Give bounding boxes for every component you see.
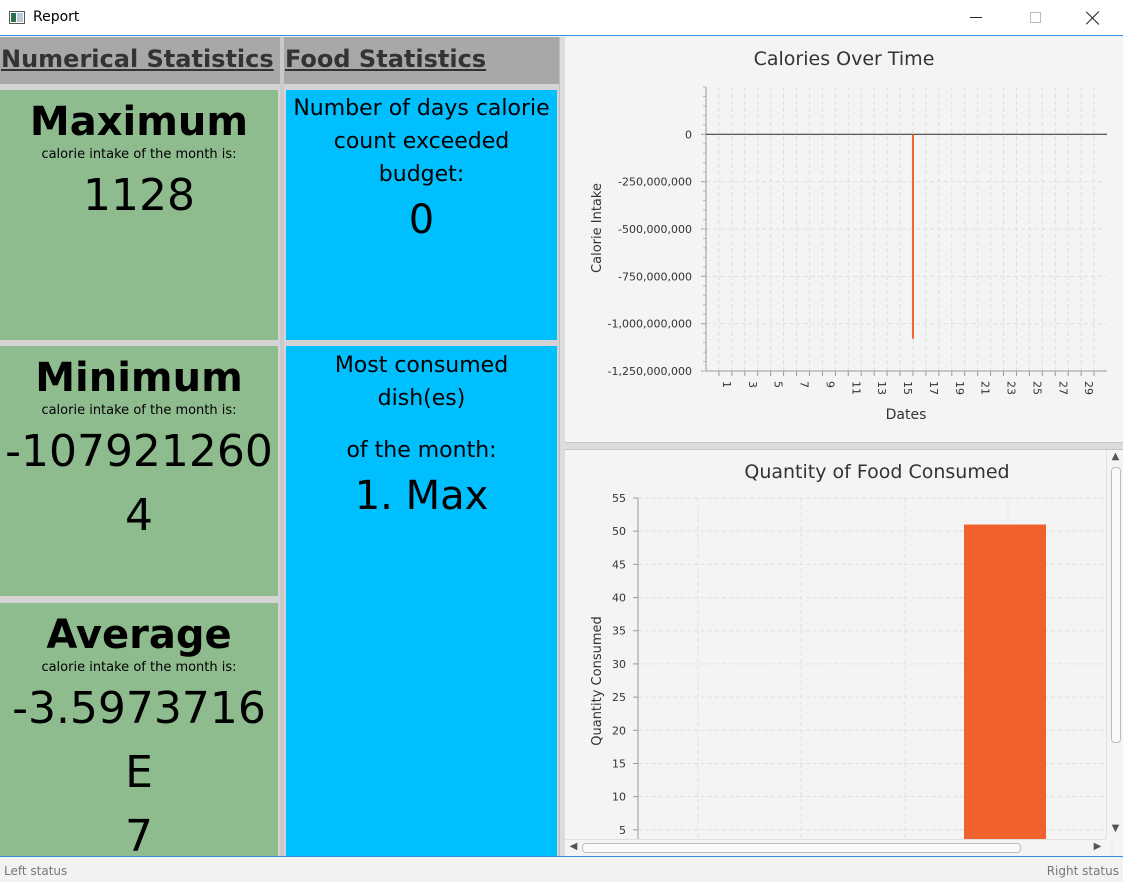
x-tick-label: 13 [875,381,888,395]
y-tick-label: 25 [612,691,626,704]
vertical-scrollbar[interactable]: ▲ ▼ [1106,450,1123,839]
numerical-statistics-column: Numerical Statistics Maximum calorie int… [0,37,280,862]
horizontal-scrollbar[interactable]: ◀ ▶ [565,839,1106,856]
scroll-down-icon[interactable]: ▼ [1107,823,1123,834]
chart-split-divider[interactable] [565,442,1123,450]
y-tick-label: -250,000,000 [618,176,692,189]
bar-max [964,524,1046,856]
app-window-icon [9,11,25,24]
vertical-scroll-thumb[interactable] [1111,467,1121,743]
y-tick-label: 30 [612,658,626,671]
chart-title: Calories Over Time [754,48,935,70]
average-value-line-1: -3.5973716E [12,683,266,798]
chart-title: Quantity of Food Consumed [744,461,1009,483]
calories-over-time-svg: Calories Over Time Calorie Intake Dates … [590,48,1107,423]
exceeded-label-line-3: budget: [378,162,465,187]
y-tick-label: 45 [612,558,626,571]
maximum-value: 1128 [83,170,195,221]
minimum-card: Minimum calorie intake of the month is: … [0,346,278,596]
scroll-up-icon[interactable]: ▲ [1107,451,1123,462]
y-tick-label: -1,250,000,000 [608,365,692,378]
y-tick-label: 35 [612,625,626,638]
numerical-statistics-title: Numerical Statistics [1,45,274,73]
x-tick-label: 27 [1056,381,1069,395]
minimum-value-line-2: 4 [125,490,153,541]
exceeded-label-line-2: count exceeded [333,129,510,154]
food-statistics-column: Food Statistics Number of days calorie c… [284,37,559,856]
numerical-statistics-header: Numerical Statistics [0,37,280,84]
x-tick-label: 17 [927,381,940,395]
x-tick-label: 19 [953,381,966,395]
minimize-icon [970,17,982,18]
close-icon [1086,11,1100,25]
exceeded-label-line-1: Number of days calorie [293,96,550,121]
x-tick-label: 29 [1082,381,1095,395]
x-tick-label: 7 [798,381,811,388]
most-consumed-label-line-2: of the month: [346,438,497,463]
y-tick-label: 50 [612,525,626,538]
calories-over-time-chart: Calories Over Time Calorie Intake Dates … [565,37,1123,442]
food-statistics-header: Food Statistics [284,37,559,84]
food-statistics-title: Food Statistics [285,45,487,73]
quantity-food-chart: Quantity of Food Consumed Quantity Consu… [565,450,1123,856]
close-button[interactable] [1070,0,1116,35]
most-consumed-label-line-1: Most consumed dish(es) [334,353,509,411]
average-card: Average calorie intake of the month is: … [0,603,278,862]
x-tick-label: 25 [1030,381,1043,395]
maximum-subtitle: calorie intake of the month is: [41,147,237,162]
y-tick-label: 55 [612,492,626,505]
title-bar: Report [0,0,1123,36]
horizontal-scroll-thumb[interactable] [582,843,1021,853]
right-status: Right status [1046,864,1119,878]
most-consumed-dish-value: 1. Max [354,473,489,519]
left-status: Left status [4,864,68,878]
minimum-value-line-1: -107921260 [5,426,273,477]
x-tick-label: 5 [772,381,785,388]
x-tick-label: 15 [901,381,914,395]
x-tick-label: 23 [1005,381,1018,395]
y-tick-label: 5 [619,824,626,837]
y-tick-label: 40 [612,592,626,605]
quantity-food-svg: Quantity of Food Consumed Quantity Consu… [590,461,1113,856]
exceeded-budget-card: Number of days calorie count exceeded bu… [286,90,557,340]
x-axis-label: Dates [886,407,927,423]
status-bar: Left status Right status [0,856,1123,882]
exceeded-days-value: 0 [408,197,435,243]
minimize-button[interactable] [953,0,999,35]
x-tick-label: 11 [849,381,862,395]
x-tick-label: 21 [979,381,992,395]
x-tick-label: 3 [746,381,759,388]
y-tick-label: -500,000,000 [618,223,692,236]
y-axis-label: Calorie Intake [590,183,605,273]
y-tick-label: 10 [612,791,626,804]
y-tick-label: -750,000,000 [618,270,692,283]
y-tick-label: -1,000,000,000 [608,318,692,331]
average-subtitle: calorie intake of the month is: [41,660,237,675]
y-tick-label: 15 [612,757,626,770]
scroll-left-icon[interactable]: ◀ [565,841,582,852]
most-consumed-card: Most consumed dish(es) of the month: 1. … [286,346,557,856]
scroll-right-icon[interactable]: ▶ [1089,841,1106,852]
window-title: Report [33,9,80,25]
maximum-title: Maximum [29,99,249,145]
maximize-icon [1029,12,1041,23]
x-tick-label: 9 [823,381,836,388]
y-axis-label: Quantity Consumed [590,616,605,746]
maximum-card: Maximum calorie intake of the month is: … [0,90,278,340]
y-tick-label: 20 [612,724,626,737]
y-tick-label: 0 [685,128,692,141]
maximize-button[interactable] [1012,0,1058,35]
x-tick-label: 1 [720,381,733,388]
average-title: Average [46,612,232,658]
minimum-subtitle: calorie intake of the month is: [41,403,237,418]
minimum-title: Minimum [35,355,243,401]
